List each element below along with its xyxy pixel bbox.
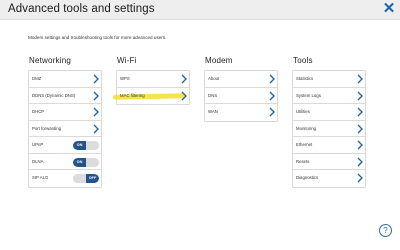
wifi-column: Wi-Fi WPS MAC filtering xyxy=(112,54,190,105)
modem-item-about[interactable]: About xyxy=(205,71,277,88)
modem-column: Modem About DNS WAN xyxy=(204,54,278,122)
title-bar: Advanced tools and settings ✕ xyxy=(0,0,400,20)
item-label: WPS xyxy=(120,76,130,81)
chevron-right-icon xyxy=(357,157,363,167)
networking-item-upnp: UPnP ON OFF xyxy=(29,137,101,154)
networking-item-dmz[interactable]: DMZ xyxy=(29,71,101,88)
chevron-right-icon xyxy=(93,74,99,84)
modem-list: About DNS WAN xyxy=(204,70,278,122)
item-label: DMZ xyxy=(32,76,42,81)
wifi-heading: Wi-Fi xyxy=(117,56,137,65)
chevron-right-icon xyxy=(181,74,187,84)
chevron-right-icon xyxy=(269,91,275,101)
item-label: WAN xyxy=(208,109,218,114)
item-label: DHCP xyxy=(32,109,45,114)
upnp-toggle[interactable]: ON OFF xyxy=(73,141,99,150)
tools-item-system-logs[interactable]: System Logs xyxy=(293,87,365,104)
wifi-item-wps[interactable]: WPS xyxy=(117,71,189,88)
tools-column: Tools Statistics System Logs Utilities M… xyxy=(292,54,366,188)
tools-heading: Tools xyxy=(293,56,313,65)
networking-list: DMZ DDNS (Dynamic DNS) DHCP Port forward… xyxy=(28,70,102,188)
item-label: Diagnostics xyxy=(296,175,319,180)
chevron-right-icon xyxy=(93,91,99,101)
item-label: About xyxy=(208,76,220,81)
page-title: Advanced tools and settings xyxy=(8,3,155,15)
dlna-toggle[interactable]: ON OFF xyxy=(73,157,99,167)
tools-item-resets[interactable]: Resets xyxy=(293,153,365,170)
sip-alg-toggle[interactable]: ON OFF xyxy=(73,174,99,183)
tools-item-monitoring[interactable]: Monitoring xyxy=(293,120,365,137)
networking-column: Networking DMZ DDNS (Dynamic DNS) DHCP P… xyxy=(28,54,102,188)
item-label: Resets xyxy=(296,158,310,164)
tools-item-ethernet[interactable]: Ethernet xyxy=(293,137,365,154)
item-label: UPnP xyxy=(32,142,44,147)
networking-heading: Networking xyxy=(29,56,72,65)
tools-list: Statistics System Logs Utilities Monitor… xyxy=(292,70,366,188)
item-label: SIP ALG xyxy=(32,175,49,180)
chevron-right-icon xyxy=(93,107,99,117)
close-icon[interactable]: ✕ xyxy=(381,1,397,17)
help-icon[interactable]: ? xyxy=(379,224,392,237)
toggle-on-label: ON xyxy=(73,157,86,167)
item-label: System Logs xyxy=(296,92,321,98)
modem-item-dns[interactable]: DNS xyxy=(205,87,277,104)
toggle-off-label: OFF xyxy=(86,157,99,167)
networking-item-sip-alg: SIP ALG ON OFF xyxy=(29,170,101,187)
tools-item-utilities[interactable]: Utilities xyxy=(293,104,365,121)
toggle-on-label: ON xyxy=(73,141,86,150)
networking-item-dlna: DLNA ON OFF xyxy=(29,153,101,170)
modem-item-wan[interactable]: WAN xyxy=(205,104,277,121)
chevron-right-icon xyxy=(357,173,363,183)
page-subtitle: Modem settings and troubleshooting tools… xyxy=(28,35,167,40)
item-label: Statistics xyxy=(296,76,314,81)
wifi-item-mac-filtering[interactable]: MAC filtering xyxy=(112,87,189,104)
networking-item-port-forwarding[interactable]: Port forwarding xyxy=(29,120,101,137)
modem-heading: Modem xyxy=(205,56,233,65)
item-label: MAC filtering xyxy=(120,92,145,98)
chevron-right-icon xyxy=(357,91,363,101)
chevron-right-icon xyxy=(269,74,275,84)
chevron-right-icon xyxy=(357,107,363,117)
networking-item-ddns[interactable]: DDNS (Dynamic DNS) xyxy=(29,87,101,104)
chevron-right-icon xyxy=(93,124,99,134)
item-label: Port forwarding xyxy=(32,125,62,131)
toggle-off-label: OFF xyxy=(86,141,99,150)
tools-item-statistics[interactable]: Statistics xyxy=(293,71,365,88)
item-label: DDNS (Dynamic DNS) xyxy=(32,92,76,98)
networking-item-dhcp[interactable]: DHCP xyxy=(29,104,101,121)
chevron-right-icon xyxy=(269,107,275,117)
chevron-right-icon xyxy=(357,74,363,84)
item-label: DNS xyxy=(208,92,218,98)
item-label: Monitoring xyxy=(296,125,317,131)
tools-item-diagnostics[interactable]: Diagnostics xyxy=(293,170,365,187)
wifi-list: WPS MAC filtering xyxy=(112,70,190,105)
chevron-right-icon xyxy=(357,124,363,134)
item-label: Utilities xyxy=(296,109,310,114)
chevron-right-icon xyxy=(181,91,187,101)
chevron-right-icon xyxy=(357,140,363,150)
toggle-on-label: ON xyxy=(73,174,86,183)
item-label: DLNA xyxy=(32,158,44,164)
toggle-off-label: OFF xyxy=(86,174,99,183)
item-label: Ethernet xyxy=(296,142,313,147)
